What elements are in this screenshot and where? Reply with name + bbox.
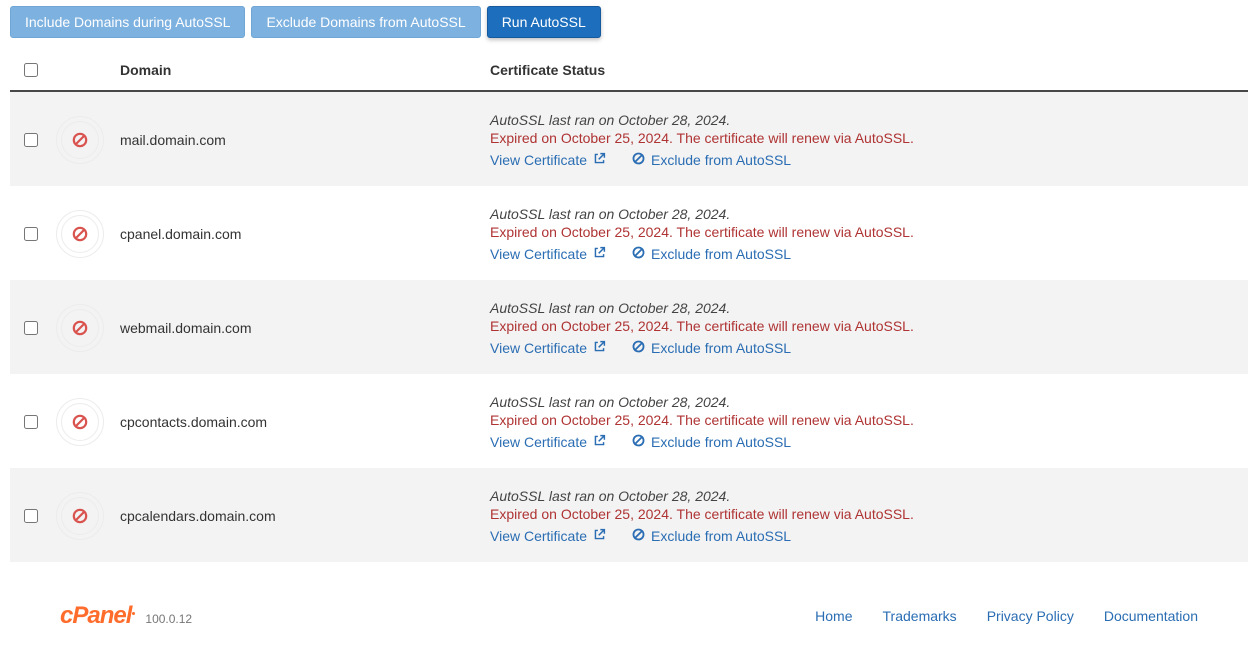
select-all-checkbox[interactable] <box>24 63 38 77</box>
row-links: View Certificate Exclude from AutoSSL <box>490 528 1248 544</box>
error-icon <box>57 493 103 539</box>
expired-text: Expired on October 25, 2024. The certifi… <box>490 506 1248 522</box>
ban-icon <box>632 152 645 168</box>
last-ran-text: AutoSSL last ran on October 28, 2024. <box>490 394 1248 410</box>
footer-links: Home Trademarks Privacy Policy Documenta… <box>815 608 1198 624</box>
expired-text: Expired on October 25, 2024. The certifi… <box>490 130 1248 146</box>
row-status-icon-cell <box>50 305 110 351</box>
table-row: cpcalendars.domain.comAutoSSL last ran o… <box>10 468 1248 562</box>
page-container: Include Domains during AutoSSL Exclude D… <box>0 0 1258 660</box>
include-domains-button[interactable]: Include Domains during AutoSSL <box>10 6 245 38</box>
row-domain: cpcalendars.domain.com <box>110 508 480 524</box>
version-text: 100.0.12 <box>145 612 192 626</box>
external-link-icon <box>593 246 606 262</box>
footer-link-trademarks[interactable]: Trademarks <box>883 608 957 624</box>
expired-text: Expired on October 25, 2024. The certifi… <box>490 318 1248 334</box>
footer-link-documentation[interactable]: Documentation <box>1104 608 1198 624</box>
row-checkbox[interactable] <box>24 321 38 335</box>
footer: cPanel 100.0.12 Home Trademarks Privacy … <box>10 562 1248 640</box>
expired-text: Expired on October 25, 2024. The certifi… <box>490 224 1248 240</box>
exclude-from-autossl-link[interactable]: Exclude from AutoSSL <box>632 528 791 544</box>
ban-icon <box>632 434 645 450</box>
row-checkbox-cell <box>10 130 50 150</box>
view-certificate-link[interactable]: View Certificate <box>490 434 606 450</box>
action-toolbar: Include Domains during AutoSSL Exclude D… <box>10 6 1248 38</box>
error-icon <box>57 399 103 445</box>
view-certificate-link[interactable]: View Certificate <box>490 152 606 168</box>
row-checkbox-cell <box>10 224 50 244</box>
header-status: Certificate Status <box>480 62 1248 78</box>
run-autossl-button[interactable]: Run AutoSSL <box>487 6 601 38</box>
view-certificate-link[interactable]: View Certificate <box>490 528 606 544</box>
exclude-from-autossl-link[interactable]: Exclude from AutoSSL <box>632 340 791 356</box>
footer-brand-block: cPanel 100.0.12 <box>60 602 192 630</box>
row-status-icon-cell <box>50 399 110 445</box>
exclude-from-autossl-link[interactable]: Exclude from AutoSSL <box>632 152 791 168</box>
row-links: View Certificate Exclude from AutoSSL <box>490 340 1248 356</box>
last-ran-text: AutoSSL last ran on October 28, 2024. <box>490 112 1248 128</box>
footer-link-privacy[interactable]: Privacy Policy <box>987 608 1074 624</box>
row-links: View Certificate Exclude from AutoSSL <box>490 246 1248 262</box>
table-row: mail.domain.comAutoSSL last ran on Octob… <box>10 92 1248 186</box>
table-row: cpcontacts.domain.comAutoSSL last ran on… <box>10 374 1248 468</box>
ban-icon <box>632 246 645 262</box>
header-checkbox-cell <box>10 60 50 80</box>
row-status: AutoSSL last ran on October 28, 2024. Exp… <box>480 488 1248 544</box>
row-domain: webmail.domain.com <box>110 320 480 336</box>
domains-table: Domain Certificate Status mail.domain.co… <box>10 52 1248 562</box>
row-checkbox[interactable] <box>24 133 38 147</box>
row-checkbox-cell <box>10 412 50 432</box>
footer-link-home[interactable]: Home <box>815 608 852 624</box>
table-row: cpanel.domain.comAutoSSL last ran on Oct… <box>10 186 1248 280</box>
brand-logo: cPanel <box>60 602 135 630</box>
last-ran-text: AutoSSL last ran on October 28, 2024. <box>490 488 1248 504</box>
ban-icon <box>632 340 645 356</box>
view-certificate-link[interactable]: View Certificate <box>490 246 606 262</box>
error-icon <box>57 305 103 351</box>
row-links: View Certificate Exclude from AutoSSL <box>490 434 1248 450</box>
external-link-icon <box>593 340 606 356</box>
row-checkbox[interactable] <box>24 227 38 241</box>
expired-text: Expired on October 25, 2024. The certifi… <box>490 412 1248 428</box>
row-status-icon-cell <box>50 117 110 163</box>
row-checkbox[interactable] <box>24 415 38 429</box>
row-status-icon-cell <box>50 211 110 257</box>
external-link-icon <box>593 152 606 168</box>
row-status: AutoSSL last ran on October 28, 2024. Exp… <box>480 206 1248 262</box>
row-domain: mail.domain.com <box>110 132 480 148</box>
last-ran-text: AutoSSL last ran on October 28, 2024. <box>490 206 1248 222</box>
row-status: AutoSSL last ran on October 28, 2024. Exp… <box>480 300 1248 356</box>
exclude-domains-button[interactable]: Exclude Domains from AutoSSL <box>251 6 480 38</box>
row-status-icon-cell <box>50 493 110 539</box>
external-link-icon <box>593 528 606 544</box>
row-checkbox-cell <box>10 318 50 338</box>
row-status: AutoSSL last ran on October 28, 2024. Exp… <box>480 394 1248 450</box>
error-icon <box>57 211 103 257</box>
row-domain: cpanel.domain.com <box>110 226 480 242</box>
header-domain: Domain <box>110 62 480 78</box>
ban-icon <box>632 528 645 544</box>
row-checkbox-cell <box>10 506 50 526</box>
last-ran-text: AutoSSL last ran on October 28, 2024. <box>490 300 1248 316</box>
table-header: Domain Certificate Status <box>10 52 1248 92</box>
external-link-icon <box>593 434 606 450</box>
error-icon <box>57 117 103 163</box>
row-links: View Certificate Exclude from AutoSSL <box>490 152 1248 168</box>
row-domain: cpcontacts.domain.com <box>110 414 480 430</box>
exclude-from-autossl-link[interactable]: Exclude from AutoSSL <box>632 434 791 450</box>
row-checkbox[interactable] <box>24 509 38 523</box>
exclude-from-autossl-link[interactable]: Exclude from AutoSSL <box>632 246 791 262</box>
row-status: AutoSSL last ran on October 28, 2024. Exp… <box>480 112 1248 168</box>
view-certificate-link[interactable]: View Certificate <box>490 340 606 356</box>
table-row: webmail.domain.comAutoSSL last ran on Oc… <box>10 280 1248 374</box>
